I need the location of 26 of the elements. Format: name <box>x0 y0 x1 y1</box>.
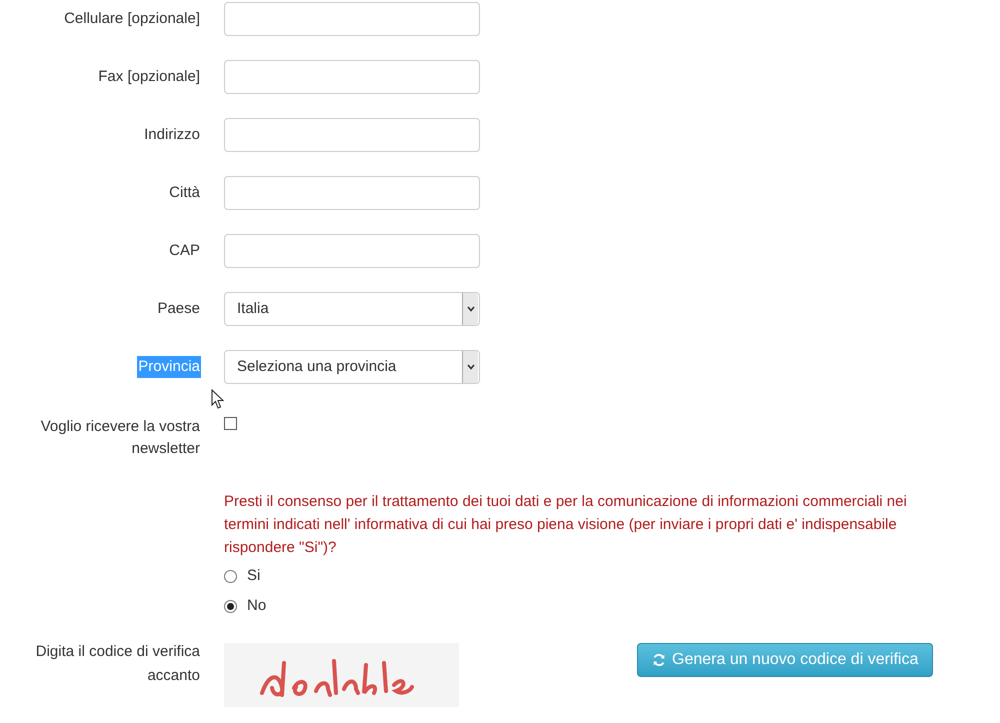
newsletter-checkbox[interactable] <box>224 417 237 430</box>
newsletter-label: Voglio ricevere la vostra newsletter <box>40 418 200 457</box>
consent-question: Presti il consenso per il trattamento dei tuoi dati e per la comunicazione di informazioni commerciali nei termini indicati nell' informativa di cui hai preso piena visione (per inviare i propri dati e' indispensabile rispondere "Si")? <box>224 492 908 558</box>
radio-button[interactable] <box>224 570 237 582</box>
input-field[interactable] <box>224 60 480 94</box>
caret-icon <box>462 293 478 325</box>
radio-label: Si <box>247 566 260 586</box>
field-label: Fax [opzionale] <box>98 66 200 87</box>
input-field[interactable] <box>224 234 480 268</box>
cursor-icon <box>211 389 225 410</box>
radio-button[interactable] <box>224 600 237 612</box>
input-field[interactable] <box>224 2 480 36</box>
input-field[interactable] <box>224 176 480 210</box>
caret-icon <box>462 351 478 383</box>
input-field[interactable] <box>224 118 480 152</box>
captcha-label: Digita il codice di verifica accanto <box>36 643 200 684</box>
select-field[interactable]: Italia <box>224 292 480 326</box>
field-label: Indirizzo <box>144 124 200 145</box>
field-label: Provincia <box>137 356 201 378</box>
field-label: Paese <box>157 298 200 319</box>
select-field[interactable]: Seleziona una provincia <box>224 350 480 384</box>
field-label: Città <box>169 182 200 203</box>
refresh-icon <box>652 653 666 667</box>
field-label: Cellulare [opzionale] <box>64 8 200 29</box>
field-label: CAP <box>169 240 200 261</box>
radio-label: No <box>247 596 266 616</box>
